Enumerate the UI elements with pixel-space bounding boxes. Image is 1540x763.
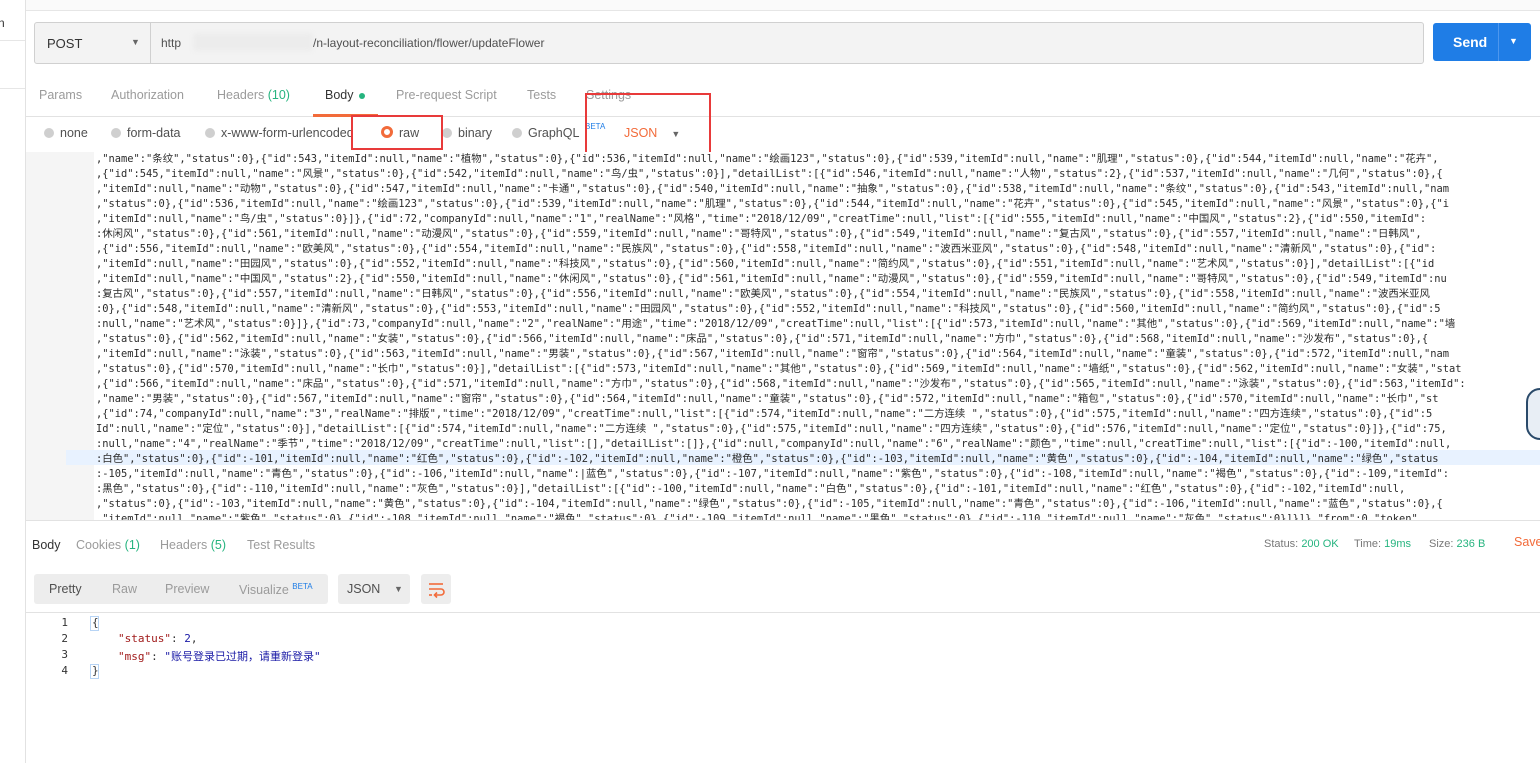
response-tab-body[interactable]: Body bbox=[32, 538, 61, 552]
tab-authorization[interactable]: Authorization bbox=[111, 88, 184, 102]
code-line: ,"status":0},{"id":562,"itemId":null,"na… bbox=[96, 333, 1429, 345]
line-number: 1 bbox=[61, 616, 68, 629]
response-time: Time: 19ms bbox=[1354, 538, 1412, 550]
sidebar-text-fragment: n bbox=[0, 16, 5, 30]
code-line: ,"itemId":null,"name":"动物","status":0},{… bbox=[96, 183, 1450, 195]
code-line: :黑色","status":0},{"id":-110,"itemId":nul… bbox=[96, 483, 1406, 495]
response-body[interactable]: 1 2 3 4 { "status": 2, "msg": "账号登录已过期，请… bbox=[26, 612, 1540, 693]
code-line: ,"itemId":null,"name":"紫色","status":0},{… bbox=[96, 513, 1418, 521]
json-close-brace: } bbox=[92, 664, 99, 677]
code-line: :null,"name":"4","realName":"季节","time":… bbox=[96, 438, 1452, 450]
json-open-brace: { bbox=[92, 616, 99, 629]
code-line: ,"name":"男装","status":0},{"id":567,"item… bbox=[96, 393, 1439, 405]
response-tab-test-results[interactable]: Test Results bbox=[247, 538, 315, 552]
code-line: Id":null,"name":"定位","status":0}],"detai… bbox=[96, 423, 1447, 435]
response-tabs: Body Cookies (1) Headers (5) Test Result… bbox=[26, 532, 1540, 562]
code-line: :复古风","status":0},{"id":557,"itemId":nul… bbox=[96, 288, 1430, 300]
request-body-editor[interactable]: ,"name":"条纹","status":0},{"id":543,"item… bbox=[26, 152, 1540, 521]
body-type-urlencoded[interactable]: x-www-form-urlencoded bbox=[205, 126, 354, 140]
radio-icon bbox=[44, 128, 54, 138]
radio-icon bbox=[442, 128, 452, 138]
tab-params[interactable]: Params bbox=[39, 88, 82, 102]
code-line: :-105,"itemId":null,"name":"青色","status"… bbox=[96, 468, 1450, 480]
url-input[interactable]: /n-layout-reconciliation/flower/updateFl… bbox=[313, 36, 544, 50]
code-line: ,{"id":566,"itemId":null,"name":"床品","st… bbox=[96, 378, 1466, 390]
line-number: 3 bbox=[61, 648, 68, 661]
body-type-graphql[interactable]: GraphQL bbox=[512, 126, 579, 140]
view-visualize[interactable]: Visualize BETA bbox=[239, 582, 313, 597]
redacted-host bbox=[193, 33, 313, 51]
view-raw[interactable]: Raw bbox=[112, 582, 137, 596]
code-line: :0},{"id":548,"itemId":null,"name":"清新风"… bbox=[96, 303, 1441, 315]
tab-pre-request-script[interactable]: Pre-request Script bbox=[396, 88, 497, 102]
floating-scroll-icon[interactable] bbox=[1526, 388, 1540, 440]
response-view-modes: Pretty Raw Preview Visualize BETA bbox=[34, 574, 328, 604]
code-line: ,{"id":545,"itemId":null,"name":"风景","st… bbox=[96, 168, 1443, 180]
body-type-form-data[interactable]: form-data bbox=[111, 126, 181, 140]
body-type-selector: none form-data x-www-form-urlencoded raw… bbox=[26, 118, 1540, 150]
json-msg-line: "msg": "账号登录已过期，请重新登录" bbox=[118, 650, 321, 663]
code-line: ,{"id":556,"itemId":null,"name":"欧美风","s… bbox=[96, 243, 1437, 255]
response-tab-headers[interactable]: Headers (5) bbox=[160, 538, 226, 552]
url-prefix[interactable]: http bbox=[161, 36, 181, 50]
radio-icon bbox=[512, 128, 522, 138]
body-modified-dot-icon bbox=[358, 92, 365, 99]
response-tab-cookies[interactable]: Cookies (1) bbox=[76, 538, 140, 552]
send-button[interactable]: Send ▼ bbox=[1433, 23, 1531, 61]
wrap-lines-button[interactable] bbox=[421, 574, 451, 604]
response-format-select[interactable]: JSON ▼ bbox=[338, 574, 410, 604]
line-number: 4 bbox=[61, 664, 68, 677]
response-status: Status: 200 OK bbox=[1264, 538, 1339, 550]
tab-tests[interactable]: Tests bbox=[527, 88, 556, 102]
code-line: ,"name":"条纹","status":0},{"id":543,"item… bbox=[96, 153, 1439, 165]
chevron-down-icon: ▼ bbox=[394, 584, 403, 594]
code-line: :休闲风","status":0},{"id":561,"itemId":nul… bbox=[96, 228, 1422, 240]
tab-body[interactable]: Body bbox=[325, 88, 365, 102]
response-size: Size: 236 B bbox=[1429, 538, 1486, 550]
radio-icon bbox=[205, 128, 215, 138]
sidebar-divider bbox=[0, 88, 25, 89]
body-type-binary[interactable]: binary bbox=[442, 126, 492, 140]
tab-strip bbox=[26, 0, 1540, 11]
code-line: ,"itemId":null,"name":"鸟/虫","status":0}]… bbox=[96, 213, 1427, 225]
radio-icon bbox=[111, 128, 121, 138]
code-line: :null,"name":"艺术风","status":0}]},{"id":7… bbox=[96, 318, 1456, 330]
code-line: ,"itemId":null,"name":"田园风","status":0},… bbox=[96, 258, 1435, 270]
body-type-none[interactable]: none bbox=[44, 126, 88, 140]
code-line: ,"itemId":null,"name":"泳装","status":0},{… bbox=[96, 348, 1450, 360]
method-label: POST bbox=[47, 36, 83, 51]
send-divider bbox=[1498, 23, 1499, 61]
code-line: ,"status":0},{"id":-103,"itemId":null,"n… bbox=[96, 498, 1443, 510]
method-select[interactable]: POST ▼ bbox=[35, 23, 151, 63]
request-tabs: Params Authorization Headers (10) Body P… bbox=[26, 80, 1540, 117]
left-sidebar: n bbox=[0, 0, 26, 763]
send-options-chevron-icon[interactable]: ▼ bbox=[1509, 36, 1518, 46]
code-line: :白色","status":0},{"id":-101,"itemId":nul… bbox=[96, 453, 1439, 465]
annotation-box-raw bbox=[351, 115, 443, 150]
tab-headers[interactable]: Headers (10) bbox=[217, 88, 290, 102]
view-preview[interactable]: Preview bbox=[165, 582, 209, 596]
view-pretty[interactable]: Pretty bbox=[49, 582, 82, 596]
json-status-line: "status": 2, bbox=[118, 632, 198, 645]
wrap-icon bbox=[429, 583, 445, 599]
code-line: ,"status":0},{"id":536,"itemId":null,"na… bbox=[96, 198, 1450, 210]
code-line: ,"itemId":null,"name":"中国风","status":2},… bbox=[96, 273, 1447, 285]
code-line: ,"status":0},{"id":570,"itemId":null,"na… bbox=[96, 363, 1462, 375]
request-url-bar: POST ▼ http /n-layout-reconciliation/flo… bbox=[34, 22, 1424, 64]
send-label: Send bbox=[1453, 34, 1488, 50]
chevron-down-icon: ▼ bbox=[131, 37, 140, 47]
sidebar-divider bbox=[0, 40, 25, 41]
save-response-button[interactable]: Save bbox=[1514, 535, 1540, 549]
code-line: ,{"id":74,"companyId":null,"name":"3","r… bbox=[96, 408, 1433, 420]
line-number: 2 bbox=[61, 632, 68, 645]
